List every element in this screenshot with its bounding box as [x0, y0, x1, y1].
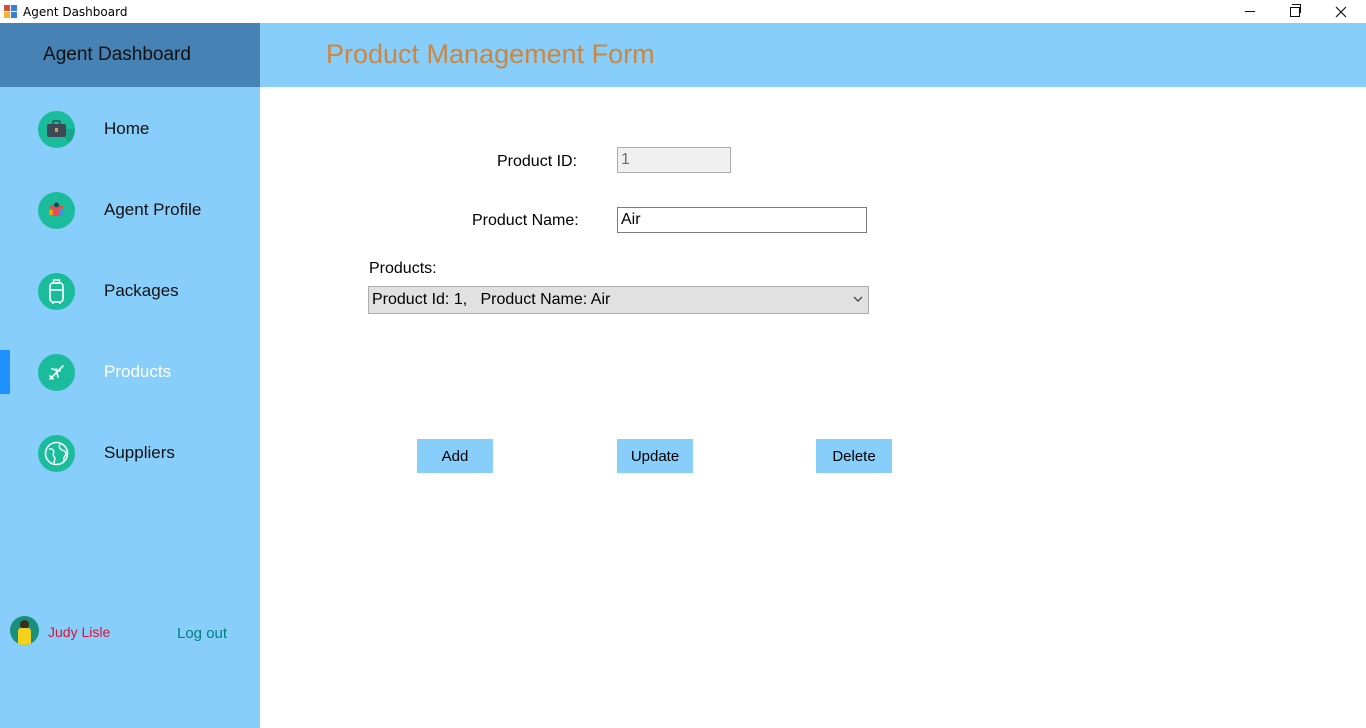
close-button[interactable]	[1318, 0, 1364, 23]
delete-button[interactable]: Delete	[816, 439, 892, 473]
window-title: Agent Dashboard	[23, 4, 128, 19]
sidebar-item-label: Packages	[104, 281, 179, 300]
restore-button[interactable]	[1272, 0, 1318, 23]
sidebar-item-label: Products	[104, 362, 172, 381]
minimize-button[interactable]	[1227, 0, 1273, 23]
page-title: Product Management Form	[326, 39, 655, 69]
sidebar-title: Agent Dashboard	[43, 44, 191, 65]
add-button[interactable]: Add	[417, 439, 493, 473]
airplane-icon	[38, 354, 75, 391]
sidebar-item-home[interactable]: Home	[0, 107, 260, 153]
sidebar-item-products[interactable]: Products	[0, 348, 260, 394]
window-titlebar: Agent Dashboard	[0, 0, 1366, 23]
main-header: Product Management Form	[260, 23, 1366, 87]
products-label: Products:	[369, 260, 437, 277]
product-name-label: Product Name:	[472, 212, 579, 229]
user-name: Judy Lisle	[48, 624, 111, 640]
briefcase-icon	[38, 111, 75, 148]
sidebar-item-packages[interactable]: Packages	[0, 269, 260, 315]
globe-icon	[38, 435, 75, 472]
product-name-field[interactable]	[617, 207, 867, 233]
products-selected-value: Product Id: 1, Product Name: Air	[372, 291, 611, 308]
update-button[interactable]: Update	[617, 439, 693, 473]
luggage-icon	[38, 273, 75, 310]
sidebar: Agent Dashboard Home Agent Profile Packa…	[0, 23, 260, 728]
active-indicator	[0, 350, 10, 394]
logout-link[interactable]: Log out	[177, 625, 227, 642]
sidebar-item-label: Agent Profile	[104, 200, 202, 219]
product-id-field[interactable]	[617, 147, 731, 173]
sidebar-item-label: Suppliers	[104, 443, 175, 462]
product-id-label: Product ID:	[497, 153, 578, 170]
minimize-icon	[1245, 11, 1255, 12]
sidebar-item-suppliers[interactable]: Suppliers	[0, 431, 260, 477]
app-icon	[4, 4, 18, 19]
restore-icon	[1290, 3, 1301, 17]
avatar	[10, 616, 39, 645]
sidebar-item-agent-profile[interactable]: Agent Profile	[0, 188, 260, 234]
sidebar-item-label: Home	[104, 119, 150, 138]
sidebar-header: Agent Dashboard	[0, 23, 260, 87]
close-icon	[1335, 6, 1347, 17]
chevron-down-icon	[853, 296, 863, 302]
profile-icon	[38, 192, 75, 229]
products-dropdown[interactable]: Product Id: 1, Product Name: Air	[368, 286, 869, 314]
